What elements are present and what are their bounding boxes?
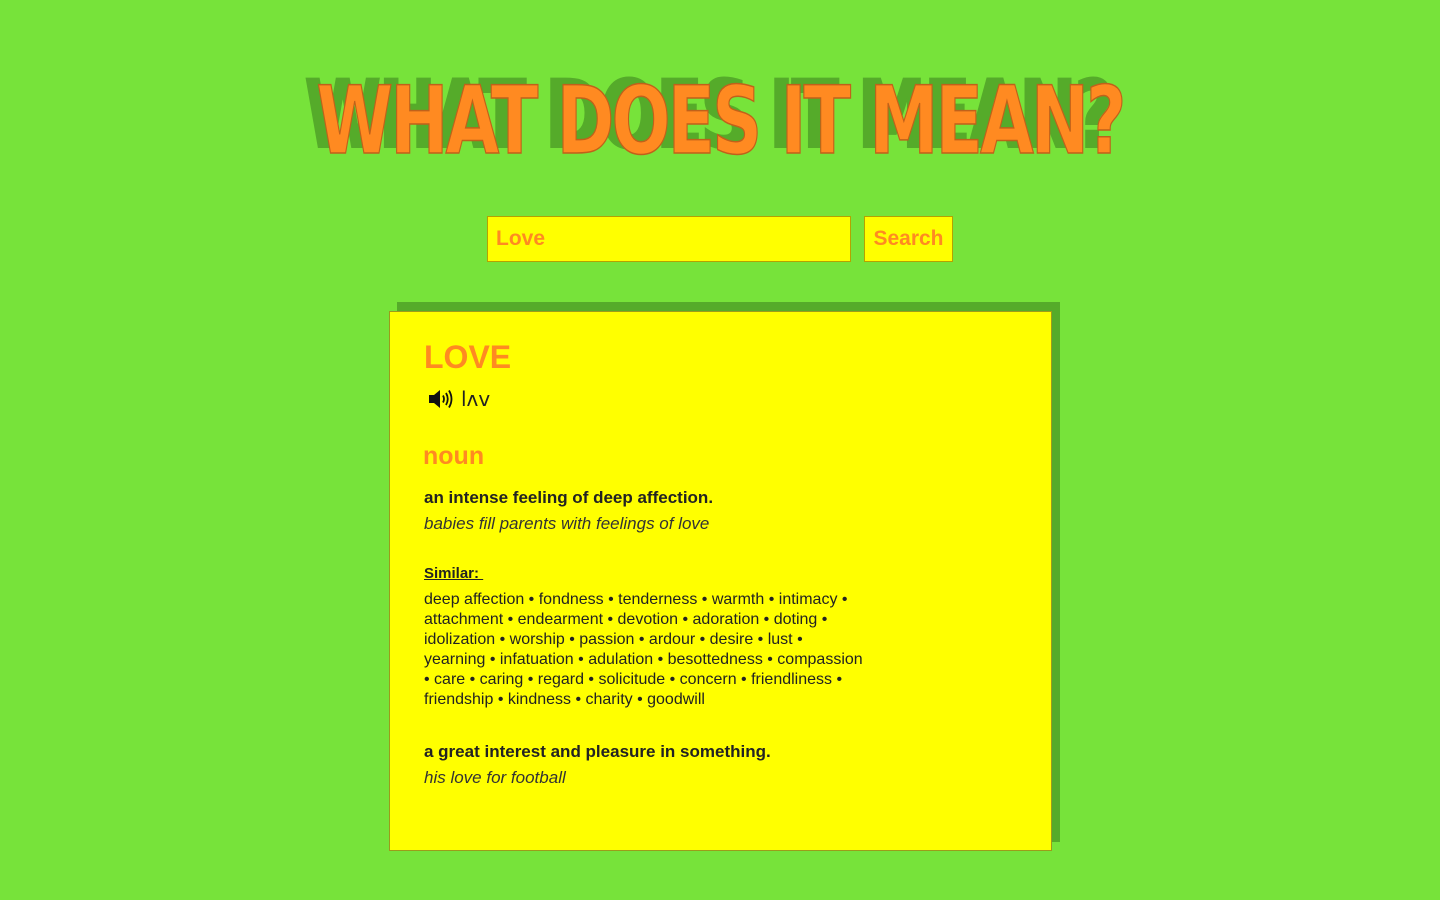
result-word: LOVE xyxy=(424,339,512,375)
speaker-icon[interactable] xyxy=(427,388,453,410)
similar-words-line: yearning • infatuation • adulation • bes… xyxy=(424,651,863,668)
search-input[interactable] xyxy=(487,216,851,262)
similar-words-line: idolization • worship • passion • ardour… xyxy=(424,631,803,648)
phonetic-text: lʌv xyxy=(461,387,491,411)
site-title: WHAT DOES IT MEAN? WHAT DOES IT MEAN? xyxy=(0,58,1440,177)
part-of-speech: noun xyxy=(423,442,485,470)
similar-words-line: deep affection • fondness • tenderness •… xyxy=(424,591,848,608)
example-1: babies fill parents with feelings of lov… xyxy=(424,514,710,533)
page: WHAT DOES IT MEAN? WHAT DOES IT MEAN? Se… xyxy=(0,0,1440,900)
pronunciation: lʌv xyxy=(427,386,490,412)
similar-words-line: attachment • endearment • devotion • ado… xyxy=(424,611,828,628)
definition-2: a great interest and pleasure in somethi… xyxy=(424,742,771,761)
search-button[interactable]: Search xyxy=(864,216,953,262)
definition-1: an intense feeling of deep affection. xyxy=(424,488,714,507)
similar-label: Similar: xyxy=(424,565,484,582)
similar-words-line: • care • caring • regard • solicitude • … xyxy=(424,671,843,688)
example-2: his love for football xyxy=(424,768,566,787)
similar-words-line: friendship • kindness • charity • goodwi… xyxy=(424,691,705,708)
site-title-text: WHAT DOES IT MEAN? xyxy=(316,66,1127,177)
result-card: LOVE lʌv noun an intense feeling of deep… xyxy=(389,311,1052,851)
